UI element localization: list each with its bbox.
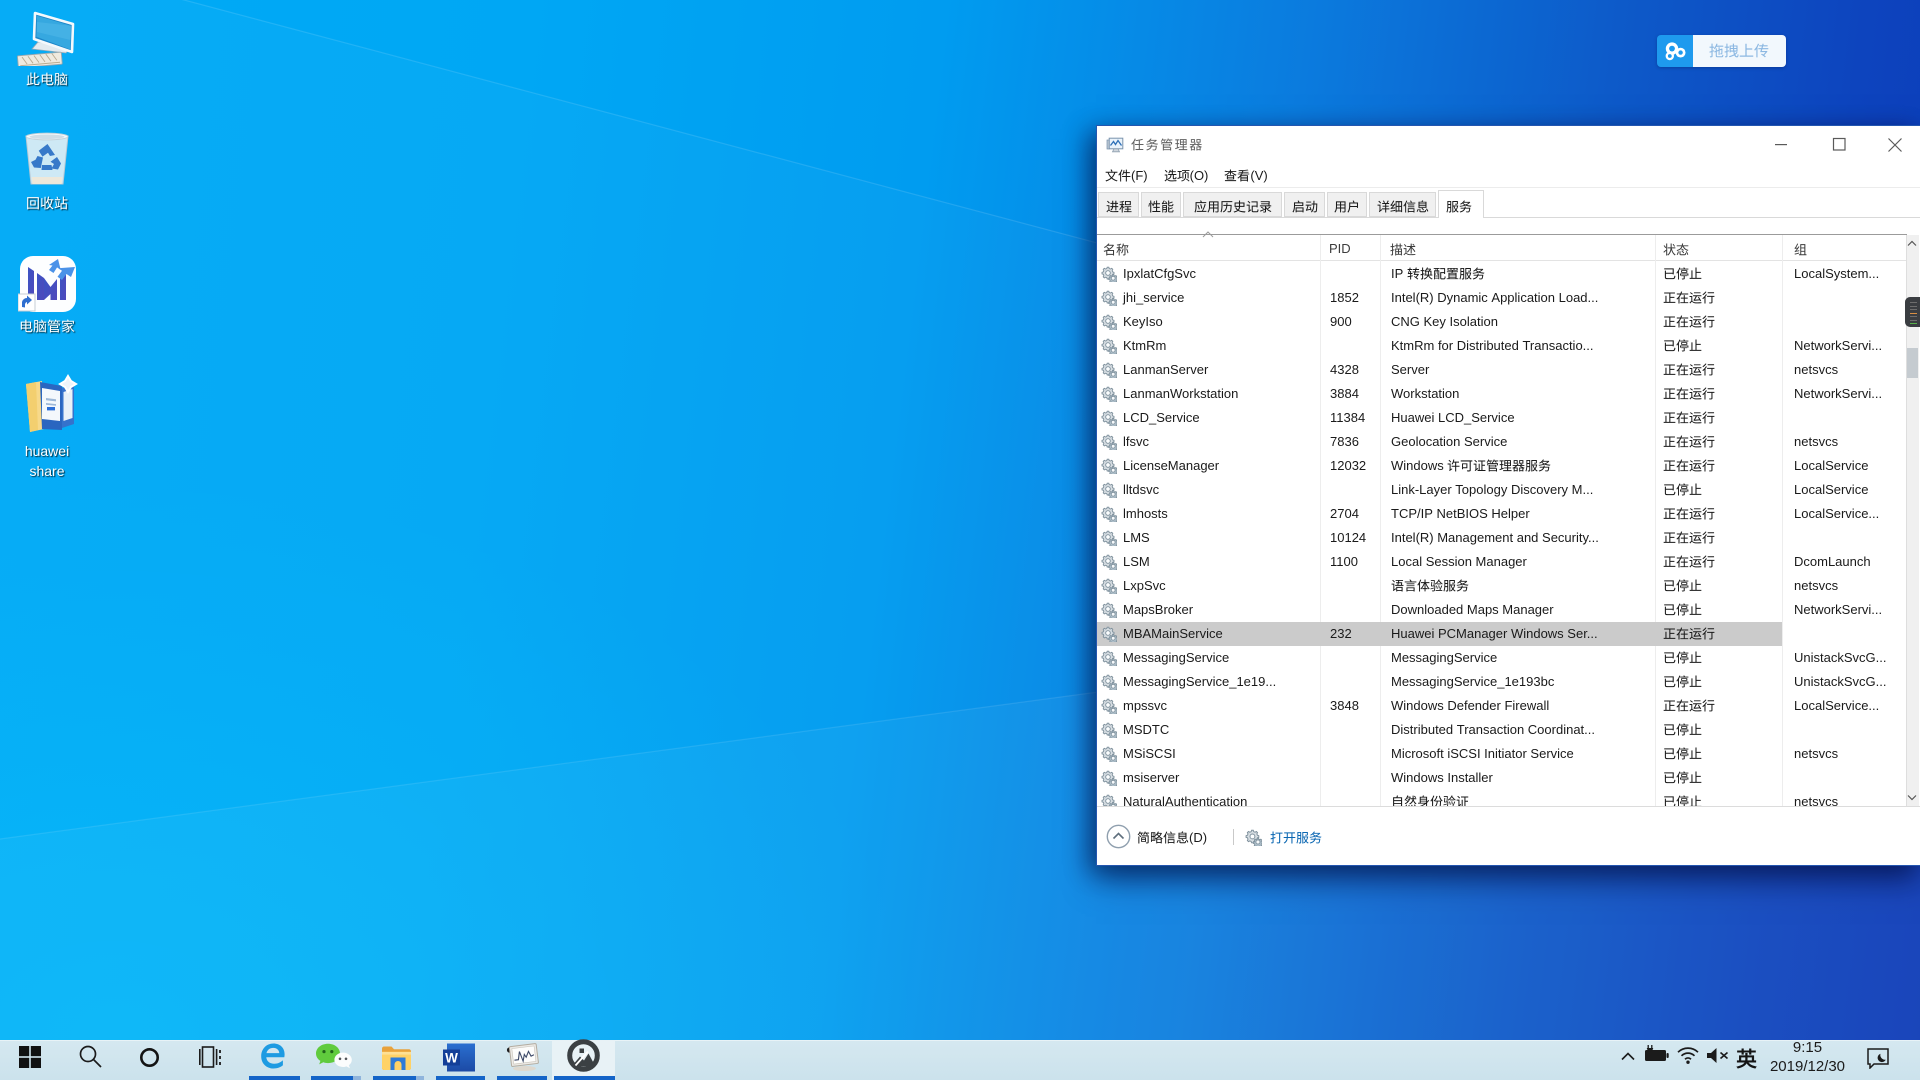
svg-text:W: W xyxy=(445,1051,458,1066)
